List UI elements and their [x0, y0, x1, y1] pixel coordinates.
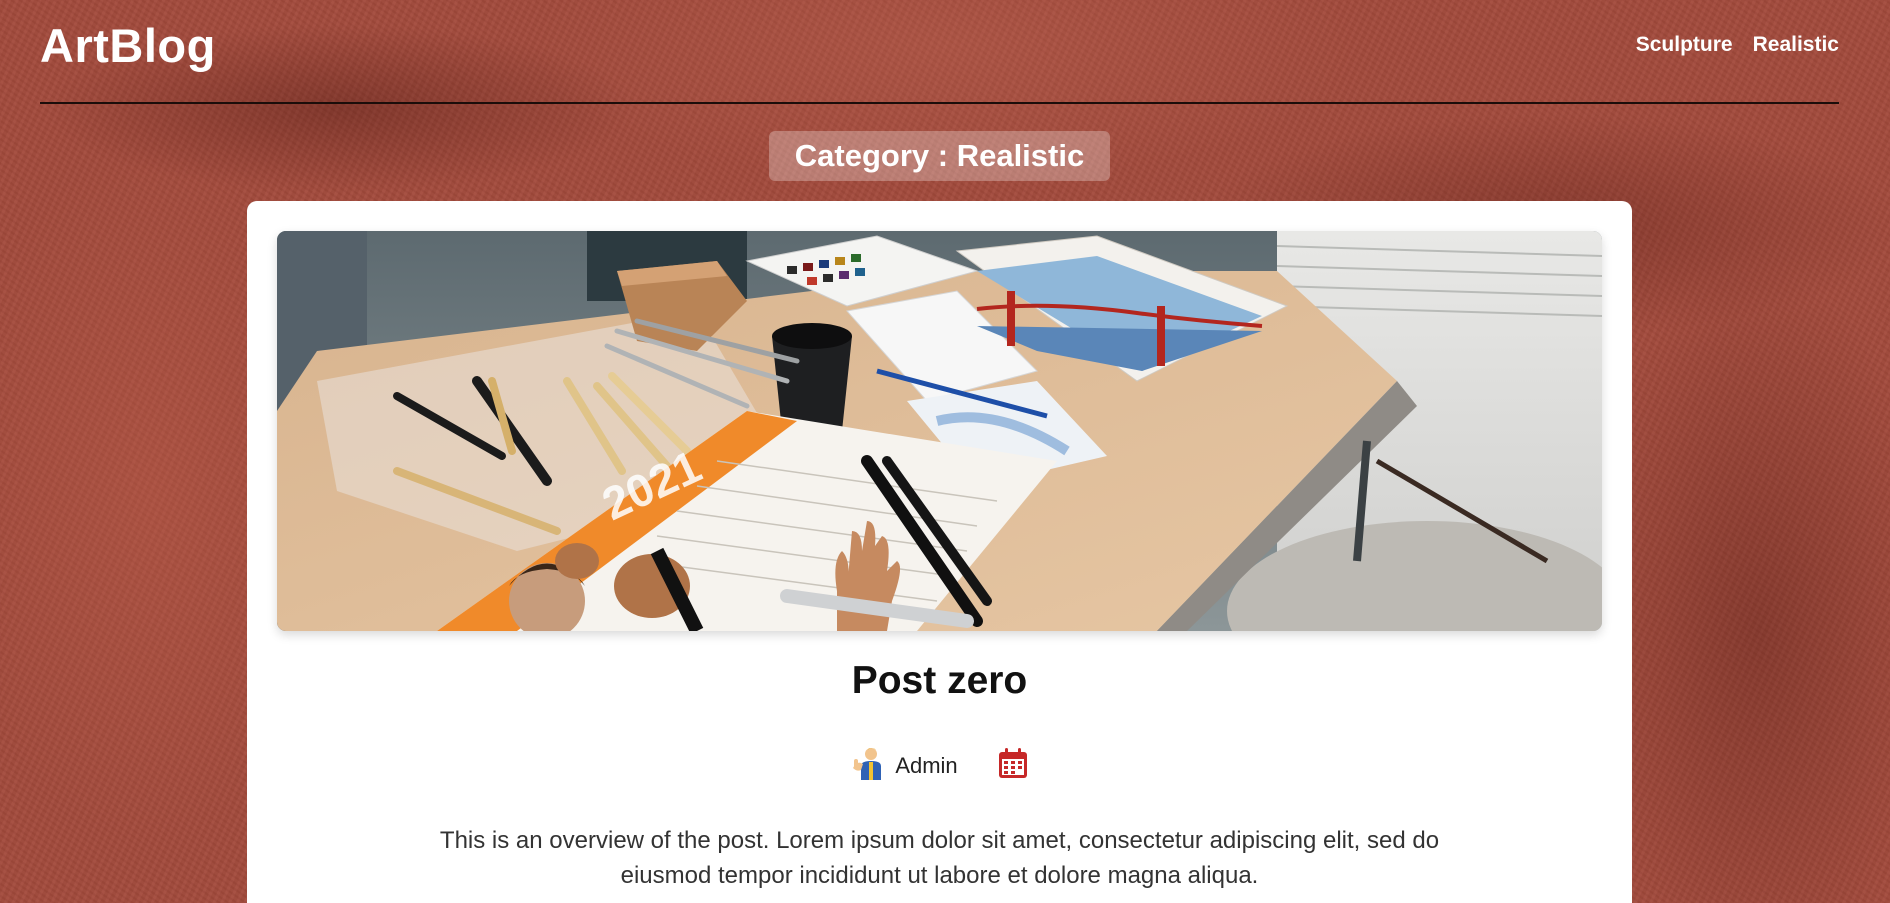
post-image[interactable]: 2021 [277, 231, 1602, 631]
post-excerpt: This is an overview of the post. Lorem i… [439, 827, 1440, 889]
post-title[interactable]: Post zero [247, 659, 1632, 703]
post-card: 2021 Post zero Admin This is an overview… [247, 201, 1632, 903]
category-title: Category : Realistic [769, 131, 1110, 181]
admin-avatar-icon [851, 746, 885, 785]
calendar-icon [998, 747, 1028, 784]
post-meta: Admin [247, 746, 1632, 785]
site-header: ArtBlog Sculpture Realistic [40, 0, 1839, 104]
site-logo[interactable]: ArtBlog [40, 18, 216, 73]
post-author: Admin [851, 746, 958, 785]
nav-item-realistic[interactable]: Realistic [1753, 33, 1839, 57]
nav-item-sculpture[interactable]: Sculpture [1636, 33, 1733, 57]
main-nav: Sculpture Realistic [1636, 33, 1839, 57]
author-name[interactable]: Admin [895, 753, 957, 779]
